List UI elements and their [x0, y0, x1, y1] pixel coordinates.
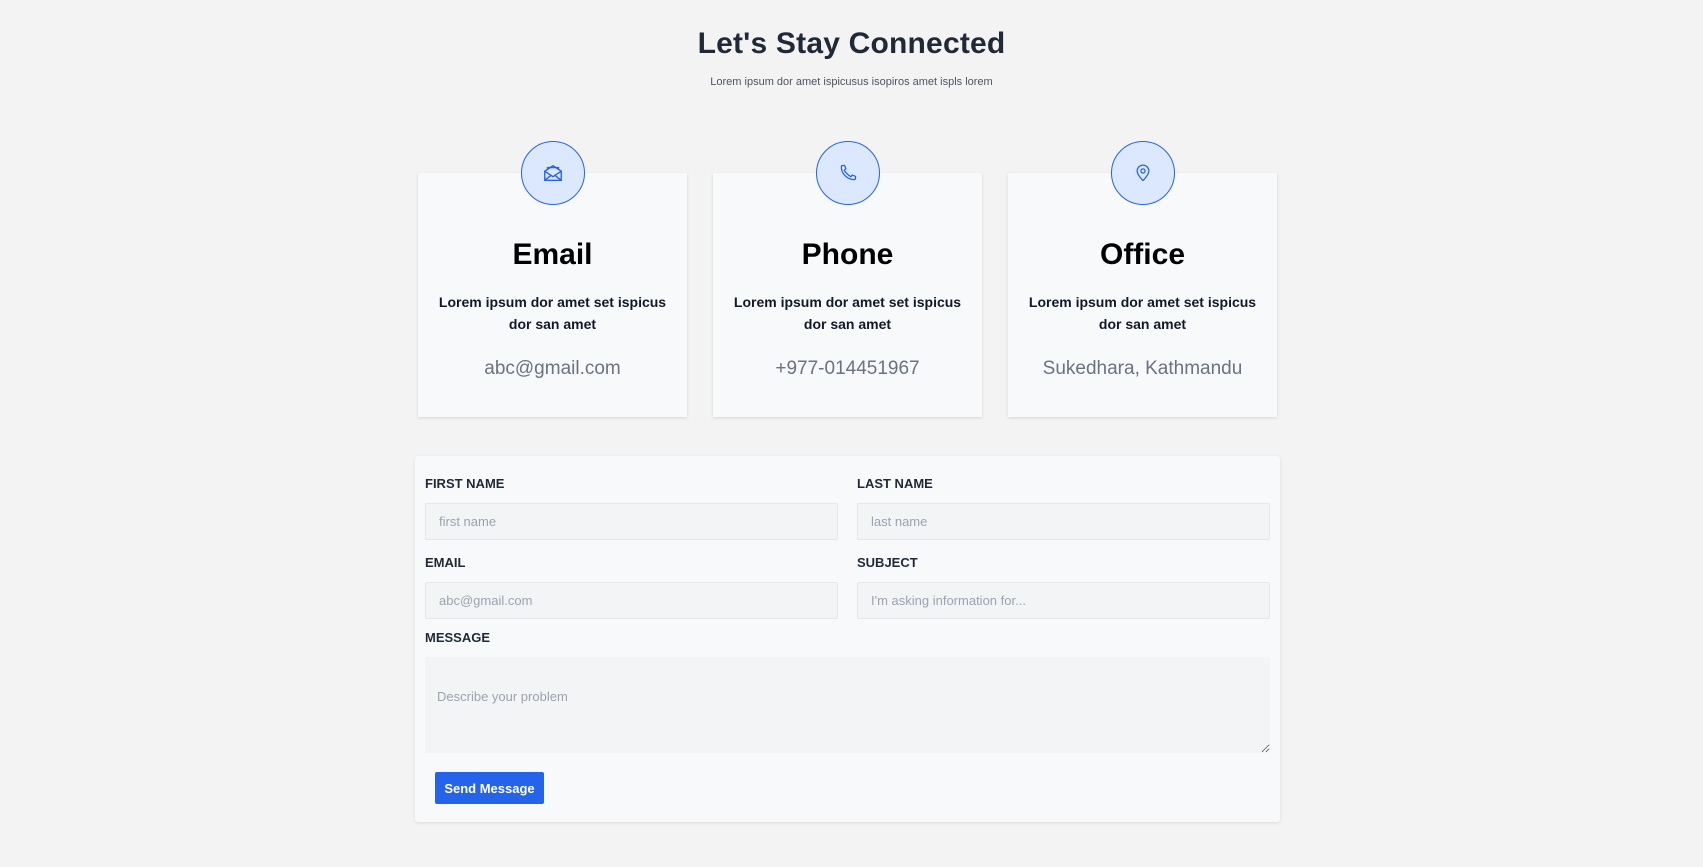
- contact-form: FIRST NAME LAST NAME EMAIL SUBJECT MESSA…: [415, 456, 1280, 822]
- card-description: Lorem ipsum dor amet set ispicus dor san…: [733, 294, 962, 332]
- phone-icon: [815, 141, 880, 205]
- message-textarea[interactable]: [425, 657, 1270, 753]
- envelope-open-icon: [520, 141, 585, 205]
- email-input[interactable]: [425, 582, 838, 619]
- last-name-input[interactable]: [857, 503, 1270, 540]
- subject-label: SUBJECT: [857, 555, 918, 570]
- first-name-label: FIRST NAME: [425, 476, 505, 491]
- page-header: Let's Stay Connected Lorem ipsum dor ame…: [0, 0, 1703, 89]
- last-name-label: LAST NAME: [857, 476, 933, 491]
- send-message-button[interactable]: Send Message: [435, 772, 544, 804]
- page-subtitle: Lorem ipsum dor amet ispicusus isopiros …: [710, 76, 993, 88]
- card-title: Email: [512, 238, 593, 271]
- card-description: Lorem ipsum dor amet set ispicus dor san…: [1028, 294, 1257, 332]
- card-description: Lorem ipsum dor amet set ispicus dor san…: [438, 294, 667, 332]
- email-label: EMAIL: [425, 555, 466, 570]
- subject-input[interactable]: [857, 582, 1270, 619]
- email-card: Email Lorem ipsum dor amet set ispicus d…: [418, 141, 687, 417]
- email-value: abc@gmail.com: [484, 358, 621, 379]
- card-title: Office: [1099, 238, 1186, 271]
- page-title: Let's Stay Connected: [697, 27, 1006, 60]
- message-label: MESSAGE: [425, 630, 491, 645]
- first-name-input[interactable]: [425, 503, 838, 540]
- contact-cards: Email Lorem ipsum dor amet set ispicus d…: [418, 141, 1278, 417]
- card-title: Phone: [801, 238, 894, 271]
- phone-card: Phone Lorem ipsum dor amet set ispicus d…: [713, 141, 982, 417]
- office-value: Sukedhara, Kathmandu: [1042, 358, 1243, 379]
- office-card: Office Lorem ipsum dor amet set ispicus …: [1008, 141, 1277, 417]
- phone-value: +977-014451967: [775, 358, 920, 379]
- map-pin-icon: [1110, 141, 1175, 205]
